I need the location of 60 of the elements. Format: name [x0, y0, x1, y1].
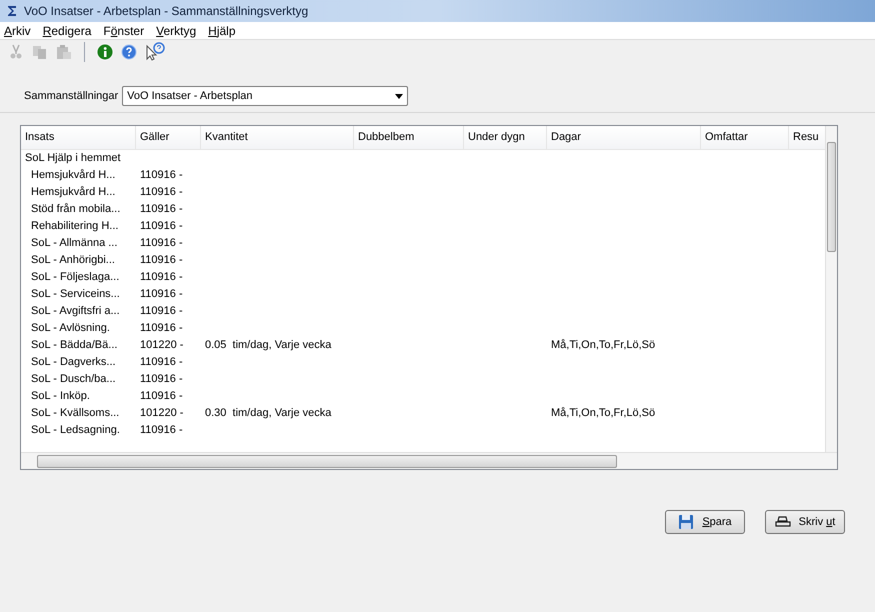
table-cell: 110916 - — [140, 186, 183, 198]
column-header[interactable]: Insats — [21, 126, 136, 149]
dropdown-caret-icon — [395, 94, 404, 98]
table-cell: Må,Ti,On,To,Fr,Lö,Sö — [551, 407, 656, 420]
column-header[interactable]: Dagar — [547, 126, 701, 149]
table-cell: 110916 - — [140, 203, 183, 216]
table-cell: SoL - Anhörigbi... — [31, 254, 115, 266]
column-header[interactable]: Under dygn — [464, 126, 547, 149]
column-header[interactable]: Gäller — [136, 126, 201, 149]
table-cell: 110916 - — [140, 390, 183, 402]
table-cell: SoL - Allmänna ... — [31, 237, 118, 250]
table-cell: SoL - Inköp. — [31, 390, 90, 402]
table-cell: SoL - Kvällsoms... — [31, 407, 120, 420]
table-cell: Hemsjukvård H... — [31, 186, 116, 198]
horizontal-scrollbar[interactable] — [21, 452, 837, 469]
table-cell: 110916 - — [140, 220, 183, 232]
table-cell: Må,Ti,On,To,Fr,Lö,Sö — [551, 339, 656, 352]
table-cell: SoL - Dagverks... — [31, 356, 116, 368]
table-cell: SoL - Avlösning. — [31, 322, 110, 334]
window-title: VoO Insatser - Arbetsplan - Sammanställningsverktyg — [24, 3, 308, 20]
table-cell: SoL - Ledsagning. — [31, 424, 120, 436]
menu-item[interactable]: Hjälp — [208, 22, 236, 40]
help-icon[interactable] — [121, 44, 137, 60]
table-cell: 0.30 tim/dag, Varje vecka — [205, 407, 332, 420]
table-cell: 110916 - — [140, 305, 183, 318]
group-row-text: SoL Hjälp i hemmet — [25, 151, 121, 166]
table-cell: 101220 - — [140, 407, 184, 420]
vertical-scrollbar[interactable] — [825, 126, 837, 452]
column-header[interactable]: Dubbelbem — [354, 126, 464, 149]
table-cell: Hemsjukvård H... — [31, 169, 116, 182]
pointer-help-icon[interactable] — [145, 42, 165, 62]
table-cell: Stöd från mobila... — [31, 203, 120, 216]
info-icon[interactable] — [97, 44, 113, 60]
table-cell: 110916 - — [140, 254, 183, 266]
table-cell: 110916 - — [140, 322, 183, 334]
menu-item[interactable]: Redigera — [42, 22, 92, 40]
table-cell: SoL - Bädda/Bä... — [31, 339, 118, 352]
table-cell: 110916 - — [140, 271, 183, 284]
selector-label: Sammanställningar — [24, 88, 118, 104]
menu-item[interactable]: Arkiv — [4, 22, 31, 40]
table-cell: Rehabilitering H... — [31, 220, 118, 232]
column-header[interactable]: Omfattar — [701, 126, 789, 149]
save-button[interactable]: Spara — [665, 510, 745, 534]
table-cell: SoL - Serviceins... — [31, 288, 120, 300]
table-cell: 110916 - — [140, 356, 183, 368]
menu-item[interactable]: Verktyg — [156, 22, 196, 40]
column-header[interactable]: Kvantitet — [201, 126, 354, 149]
table-cell: 110916 - — [140, 424, 183, 436]
menu-item[interactable]: Fönster — [103, 22, 144, 40]
table-cell: 101220 - — [140, 339, 184, 352]
table-cell: 110916 - — [140, 169, 183, 182]
table-cell: 0.05 tim/dag, Varje vecka — [205, 339, 332, 352]
table-cell: 110916 - — [140, 373, 183, 386]
table-cell: 110916 - — [140, 237, 183, 250]
summary-dropdown[interactable]: VoO Insatser - Arbetsplan — [122, 86, 408, 106]
table-cell: SoL - Följeslaga... — [31, 271, 120, 284]
table-cell: 110916 - — [140, 288, 183, 300]
print-button[interactable]: Skriv ut — [765, 510, 845, 534]
table-cell: SoL - Dusch/ba... — [31, 373, 116, 386]
table-cell: SoL - Avgiftsfri a... — [31, 305, 120, 318]
